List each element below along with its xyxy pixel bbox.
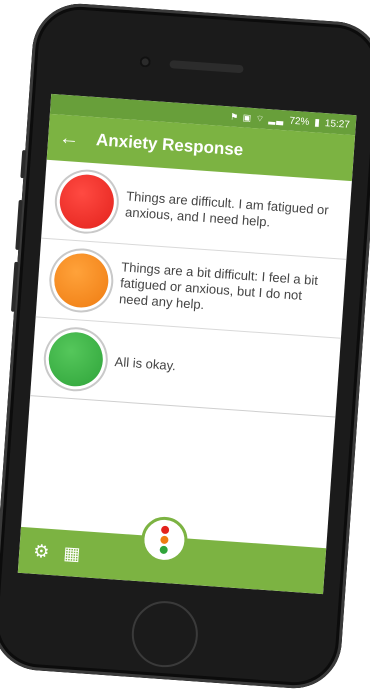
page-title: Anxiety Response <box>95 130 244 160</box>
orange-light-button[interactable] <box>52 251 111 310</box>
fab-green-dot <box>159 545 168 555</box>
green-light-button[interactable] <box>46 330 105 389</box>
red-light-button[interactable] <box>58 172 116 231</box>
battery-level: 72% <box>289 115 310 128</box>
front-camera <box>139 56 152 68</box>
fab-orange-dot <box>160 535 169 545</box>
battery-icon: ▮ <box>313 116 321 129</box>
calendar-icon[interactable]: ▦ <box>63 542 81 564</box>
response-text-green: All is okay. <box>114 353 177 374</box>
fab-red-dot <box>160 525 170 535</box>
mute-switch <box>20 150 27 179</box>
earpiece <box>169 60 244 74</box>
status-icons: ⚑ ▣ ⌔ ▂▃ <box>229 110 285 125</box>
response-list: Things are difficult. I am fatigued or a… <box>21 159 352 548</box>
settings-icon[interactable]: ⚙ <box>33 540 50 562</box>
volume-down-button <box>10 261 19 312</box>
clock: 15:27 <box>324 117 351 131</box>
back-arrow-icon[interactable]: ← <box>47 125 91 151</box>
volume-up-button <box>15 199 23 251</box>
app-screen: ⚑ ▣ ⌔ ▂▃ 72% ▮ 15:27 ← Anxiety Response … <box>17 93 357 595</box>
response-text-orange: Things are a bit difficult: I feel a bit… <box>118 258 319 313</box>
response-text-red: Things are difficult. I am fatigued or a… <box>124 188 330 230</box>
phone-frame: ⚑ ▣ ⌔ ▂▃ 72% ▮ 15:27 ← Anxiety Response … <box>0 0 370 691</box>
home-button <box>129 598 201 670</box>
